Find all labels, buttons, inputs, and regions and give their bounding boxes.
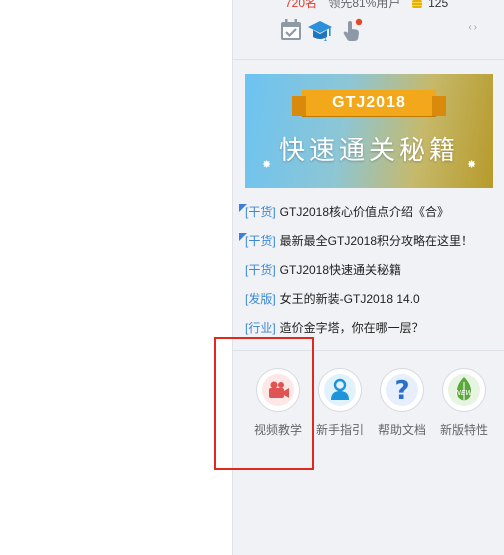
news-title[interactable]: GTJ2018快速通关秘籍 <box>280 263 401 277</box>
news-item[interactable]: [发版] 女王的新装-GTJ2018 14.0 <box>245 287 495 316</box>
sparkle-icon: ✸ <box>262 159 272 171</box>
news-tag[interactable]: [干货] <box>245 263 276 277</box>
svg-text:1: 1 <box>323 35 327 42</box>
quick-link-label: 帮助文档 <box>377 423 426 437</box>
svg-text:?: ? <box>394 376 409 406</box>
news-title[interactable]: 女王的新装-GTJ2018 14.0 <box>280 292 420 306</box>
graduation-cap-icon[interactable]: 1 <box>307 18 332 43</box>
corner-flag-icon <box>239 204 247 212</box>
quick-link-label: 新版特性 <box>439 423 488 437</box>
svg-text:NEW: NEW <box>456 389 474 397</box>
percent-text: 领先81%用户 <box>328 0 401 10</box>
banner-ribbon: GTJ2018 <box>292 90 446 116</box>
promo-banner[interactable]: GTJ2018 快速通关秘籍 ✸ ✸ <box>245 74 493 188</box>
quick-link-guide[interactable]: 新手指引 <box>309 368 371 438</box>
user-guide-icon <box>318 368 362 412</box>
news-title[interactable]: 最新最全GTJ2018积分攻略在这里！ <box>280 234 473 248</box>
news-item[interactable]: [干货] GTJ2018核心价值点介绍《合》 <box>239 200 495 229</box>
news-title[interactable]: GTJ2018核心价值点介绍《合》 <box>280 205 449 219</box>
news-tag[interactable]: [行业] <box>245 321 276 335</box>
quick-link-label: 新手指引 <box>315 423 364 437</box>
news-list: [干货] GTJ2018核心价值点介绍《合》 [干货] 最新最全GTJ2018积分攻略… <box>239 200 495 345</box>
corner-flag-icon <box>239 233 247 241</box>
news-tag[interactable]: [干货] <box>245 234 276 248</box>
quick-link-new-features[interactable]: NEW 新版特性 <box>433 368 495 438</box>
news-tag[interactable]: [发版] <box>245 292 276 306</box>
news-item[interactable]: [干货] 最新最全GTJ2018积分攻略在这里！ <box>239 229 495 258</box>
right-panel: 720名 领先81%用户 125 1 ‹› GTJ2018 快速通关秘籍 ✸ ✸… <box>232 0 504 555</box>
nav-arrows-icon[interactable]: ‹› <box>468 22 479 33</box>
new-leaf-icon: NEW <box>442 368 486 412</box>
coins-count: 125 <box>428 0 449 10</box>
divider <box>233 59 504 60</box>
quick-link-help[interactable]: ? 帮助文档 <box>371 368 433 438</box>
hand-pointer-icon[interactable] <box>339 18 363 42</box>
banner-subtitle: 快速通关秘籍 <box>278 135 459 165</box>
coin-icon <box>411 0 422 8</box>
news-title[interactable]: 造价金字塔，你在哪一层？ <box>280 321 424 335</box>
sparkle-icon: ✸ <box>467 159 477 171</box>
user-stats: 720名 领先81%用户 125 <box>285 0 448 11</box>
news-tag[interactable]: [干货] <box>245 205 276 219</box>
help-question-icon: ? <box>380 368 424 412</box>
highlight-box <box>214 337 314 470</box>
calendar-check-icon[interactable] <box>279 18 303 42</box>
rank-text: 720名 <box>285 0 318 10</box>
news-item[interactable]: [干货] GTJ2018快速通关秘籍 <box>245 258 495 287</box>
